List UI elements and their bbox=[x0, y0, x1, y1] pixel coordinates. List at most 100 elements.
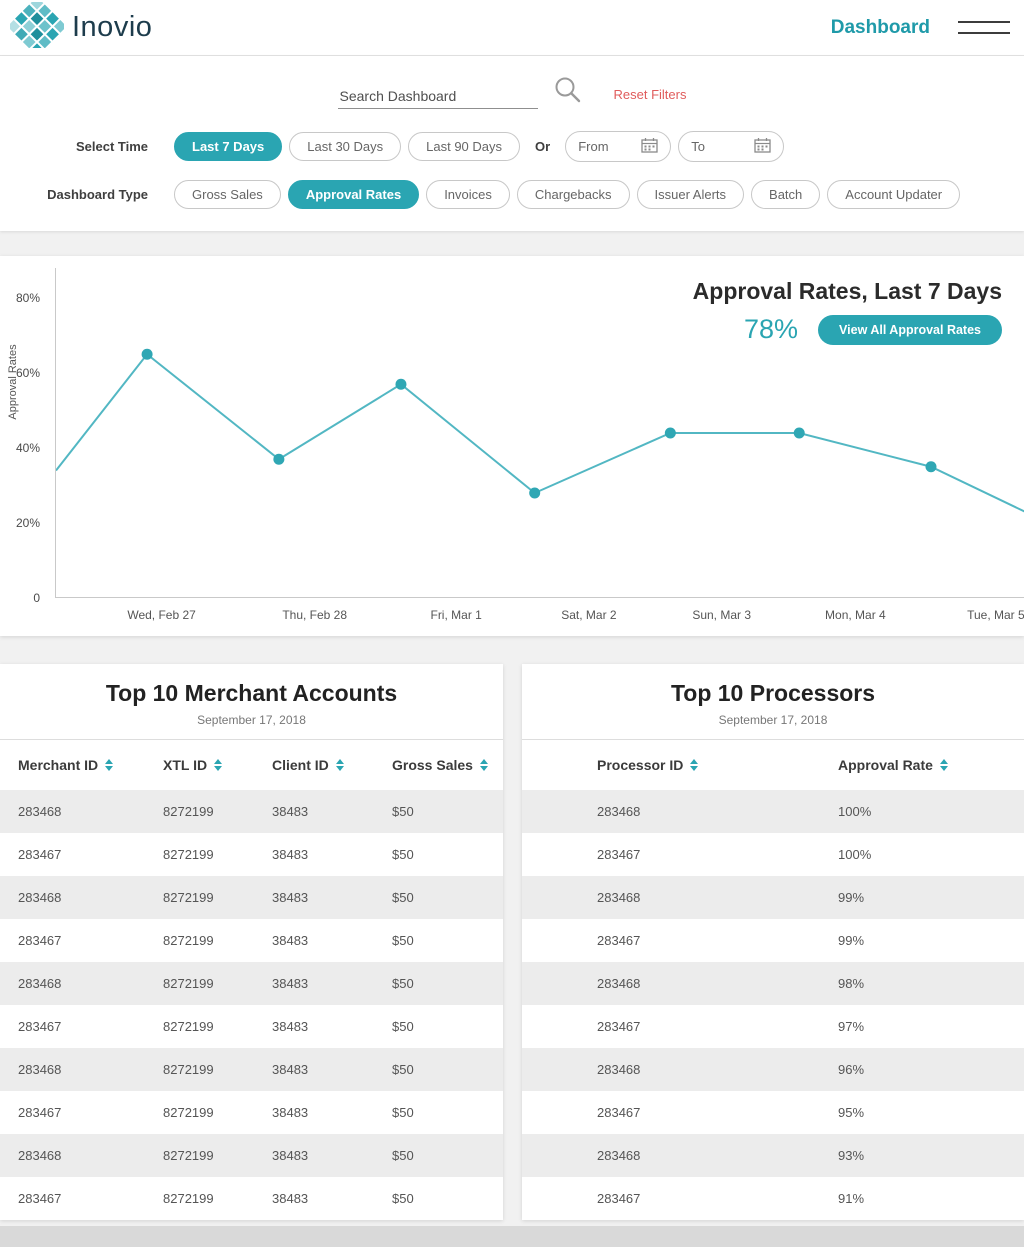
column-header-merchant-id[interactable]: Merchant ID bbox=[0, 740, 163, 790]
table-cell: 8272199 bbox=[163, 1148, 214, 1163]
table-cell: 283467 bbox=[18, 1105, 62, 1120]
calendar-icon bbox=[754, 137, 771, 156]
type-pill-gross-sales[interactable]: Gross Sales bbox=[174, 180, 281, 209]
table-row: 283468 8272199 38483 $50 bbox=[0, 1134, 503, 1177]
chart-point bbox=[793, 427, 805, 439]
app-header: Inovio Dashboard bbox=[0, 0, 1024, 57]
table-cell: 8272199 bbox=[163, 1062, 214, 1077]
sort-icon[interactable] bbox=[939, 759, 948, 771]
column-header-approval-rate[interactable]: Approval Rate bbox=[838, 740, 1024, 790]
table-cell: 283468 bbox=[18, 1148, 62, 1163]
time-pill-last-30-days[interactable]: Last 30 Days bbox=[289, 132, 402, 161]
table-row: 283468 100% bbox=[522, 790, 1024, 833]
time-pill-last-90-days[interactable]: Last 90 Days bbox=[408, 132, 521, 161]
y-axis-ticks: 0 20% 40% 60% 80% bbox=[0, 268, 48, 605]
processors-table-title: Top 10 Processors bbox=[670, 680, 876, 706]
column-header-xtl-id[interactable]: XTL ID bbox=[163, 740, 272, 790]
x-tick-label: Mon, Mar 4 bbox=[825, 608, 886, 622]
table-cell: 38483 bbox=[272, 1191, 309, 1206]
sort-icon[interactable] bbox=[690, 759, 699, 771]
type-pill-approval-rates[interactable]: Approval Rates bbox=[287, 180, 420, 209]
table-row: 283468 96% bbox=[522, 1048, 1024, 1091]
table-row: 283467 8272199 38483 $50 bbox=[0, 919, 503, 962]
table-cell: 8272199 bbox=[163, 804, 214, 819]
y-tick-label: 0 bbox=[33, 591, 40, 605]
table-row: 283467 8272199 38483 $50 bbox=[0, 833, 503, 876]
search-icon[interactable] bbox=[552, 74, 582, 109]
table-row: 283467 8272199 38483 $50 bbox=[0, 1005, 503, 1048]
table-cell: 38483 bbox=[272, 804, 309, 819]
table-cell: 99% bbox=[838, 933, 865, 948]
table-row: 283468 93% bbox=[522, 1134, 1024, 1177]
table-cell: 283468 bbox=[597, 976, 641, 991]
table-cell: $50 bbox=[392, 1191, 414, 1206]
table-cell: $50 bbox=[392, 933, 414, 948]
type-pill-batch[interactable]: Batch bbox=[751, 180, 821, 209]
processors-table: Processor ID Approval Rate 283468 100% 283… bbox=[522, 740, 1024, 1220]
table-cell: $50 bbox=[392, 1062, 414, 1077]
processors-table-subtitle: September 17, 2018 bbox=[718, 713, 828, 727]
table-cell: 38483 bbox=[272, 1019, 309, 1034]
table-cell: 283468 bbox=[18, 1062, 62, 1077]
chart-point bbox=[273, 453, 285, 465]
table-cell: 283468 bbox=[18, 976, 62, 991]
table-cell: 283467 bbox=[597, 1191, 641, 1206]
table-row: 283468 99% bbox=[522, 876, 1024, 919]
y-tick-label: 60% bbox=[15, 366, 40, 380]
sort-icon[interactable] bbox=[214, 759, 223, 771]
type-pill-chargebacks[interactable]: Chargebacks bbox=[516, 180, 630, 209]
type-pill-invoices[interactable]: Invoices bbox=[426, 180, 510, 209]
table-cell: 93% bbox=[838, 1148, 865, 1163]
search-input[interactable] bbox=[337, 84, 538, 109]
y-tick-label: 40% bbox=[15, 441, 40, 455]
table-cell: $50 bbox=[392, 847, 414, 862]
table-cell: $50 bbox=[392, 804, 414, 819]
filter-bar: Reset Filters Select Time Last 7 Days La… bbox=[0, 56, 1024, 231]
table-cell: 8272199 bbox=[163, 933, 214, 948]
table-cell: 283467 bbox=[597, 1105, 641, 1120]
or-label: Or bbox=[535, 139, 551, 154]
table-row: 283467 8272199 38483 $50 bbox=[0, 1177, 503, 1220]
from-date-button[interactable]: From bbox=[565, 131, 672, 162]
time-pill-last-7-days[interactable]: Last 7 Days bbox=[174, 132, 283, 161]
sort-icon[interactable] bbox=[105, 759, 114, 771]
table-cell: 283467 bbox=[597, 1019, 641, 1034]
table-cell: 96% bbox=[838, 1062, 865, 1077]
type-pill-account-updater[interactable]: Account Updater bbox=[827, 180, 961, 209]
column-header-processor-id[interactable]: Processor ID bbox=[522, 740, 838, 790]
table-cell: $50 bbox=[392, 1148, 414, 1163]
table-row: 283467 100% bbox=[522, 833, 1024, 876]
merchants-table-subtitle: September 17, 2018 bbox=[197, 713, 306, 727]
x-tick-label: Tue, Mar 5 bbox=[967, 608, 1024, 622]
chart-point bbox=[664, 427, 676, 439]
table-cell: $50 bbox=[392, 976, 414, 991]
type-pill-issuer-alerts[interactable]: Issuer Alerts bbox=[636, 180, 745, 209]
y-tick-label: 20% bbox=[15, 516, 40, 530]
view-all-approval-rates-button[interactable]: View All Approval Rates bbox=[818, 314, 1002, 345]
table-cell: 100% bbox=[838, 847, 872, 862]
table-row: 283468 8272199 38483 $50 bbox=[0, 1048, 503, 1091]
sort-icon[interactable] bbox=[479, 759, 488, 771]
table-cell: $50 bbox=[392, 890, 414, 905]
table-cell: 283467 bbox=[18, 1191, 62, 1206]
reset-filters-link[interactable]: Reset Filters bbox=[614, 87, 687, 109]
calendar-icon bbox=[641, 137, 658, 156]
footer-bar bbox=[0, 1226, 1024, 1247]
table-cell: 99% bbox=[838, 890, 865, 905]
table-row: 283467 91% bbox=[522, 1177, 1024, 1220]
from-date-label: From bbox=[578, 139, 609, 154]
to-date-button[interactable]: To bbox=[678, 131, 785, 162]
hamburger-menu-icon[interactable] bbox=[958, 17, 1010, 38]
table-cell: 38483 bbox=[272, 1062, 309, 1077]
sort-icon[interactable] bbox=[335, 759, 344, 771]
chart-line bbox=[55, 352, 1024, 513]
inovio-logo[interactable]: Inovio bbox=[7, 0, 152, 57]
select-time-row: Select Time Last 7 Days Last 30 Days Las… bbox=[0, 131, 1024, 162]
x-tick-label: Fri, Mar 1 bbox=[430, 608, 482, 622]
table-cell: 283467 bbox=[597, 933, 641, 948]
chart-title: Approval Rates, Last 7 Days bbox=[692, 278, 1002, 304]
column-header-gross-sales[interactable]: Gross Sales bbox=[392, 740, 503, 790]
column-header-client-id[interactable]: Client ID bbox=[272, 740, 392, 790]
table-cell: 97% bbox=[838, 1019, 865, 1034]
table-cell: 38483 bbox=[272, 933, 309, 948]
